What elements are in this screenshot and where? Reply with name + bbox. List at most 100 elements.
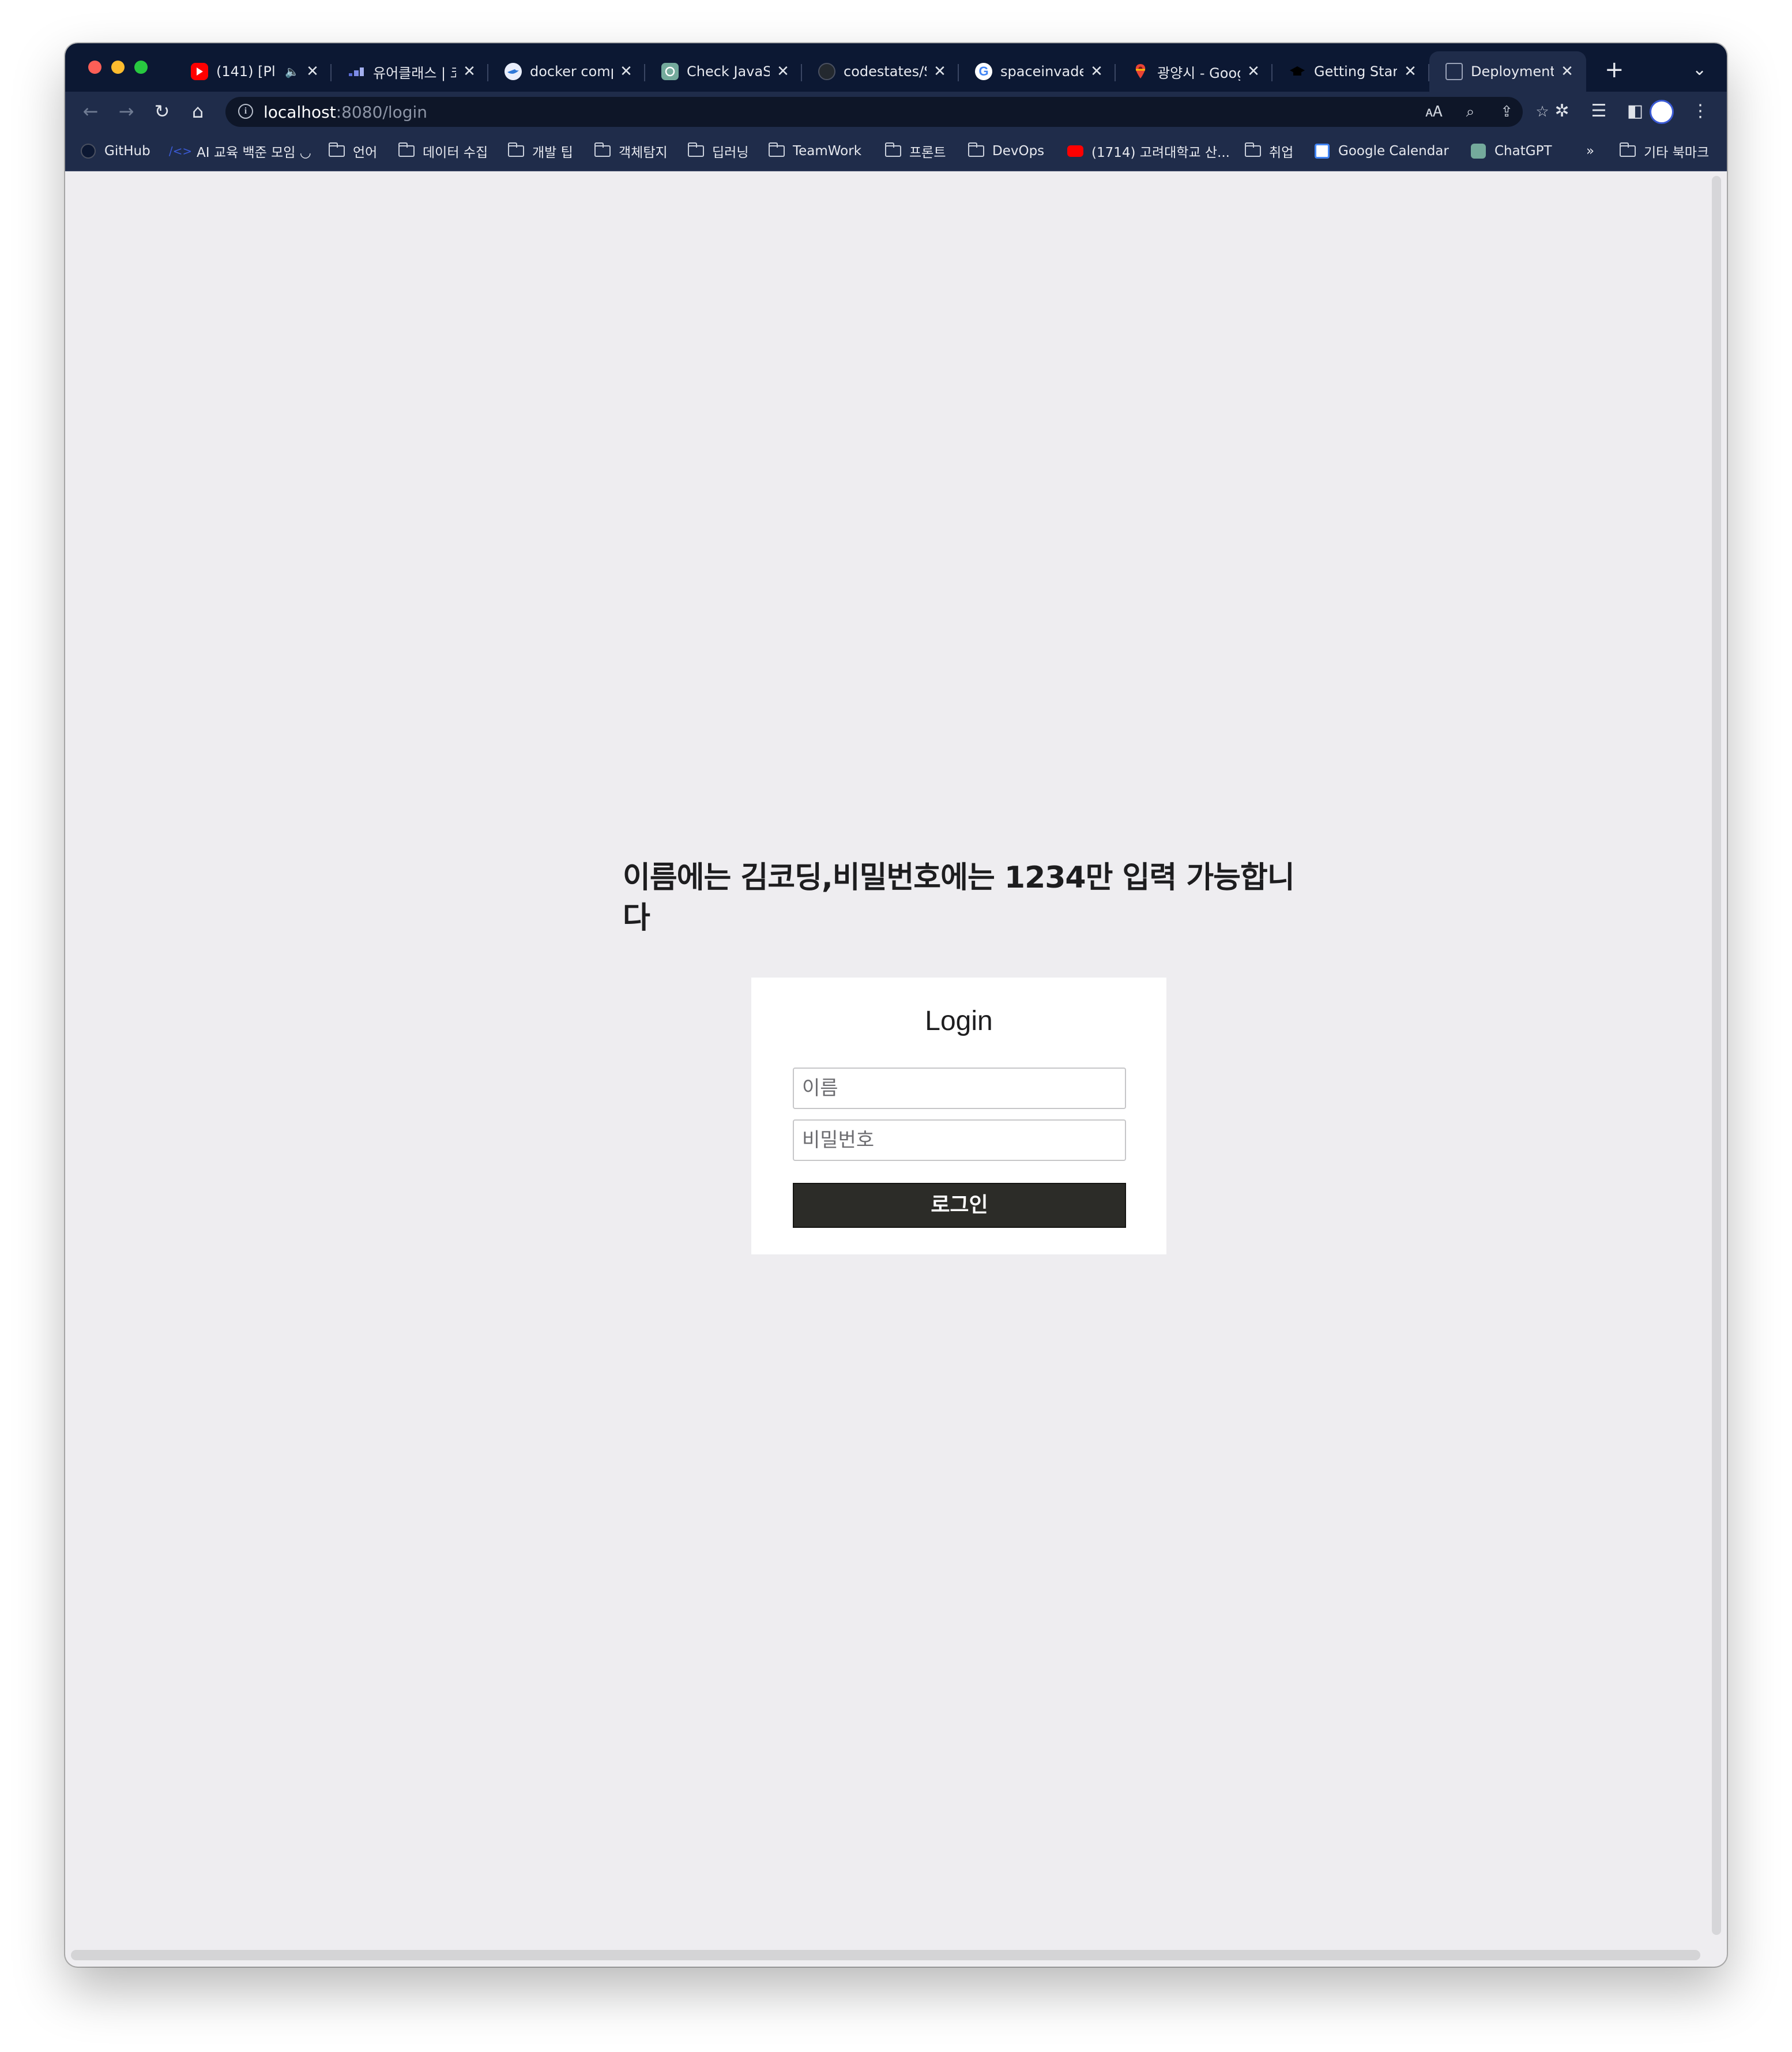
github-icon xyxy=(818,63,835,80)
bookmark-label: TeamWork xyxy=(793,144,862,159)
other-bookmarks[interactable]: 기타 북마크 xyxy=(1619,141,1710,161)
login-button[interactable]: 로그인 xyxy=(793,1183,1126,1228)
close-tab-icon[interactable]: ✕ xyxy=(1088,63,1105,80)
folder-icon xyxy=(768,142,785,159)
bookmark-folder-data[interactable]: 데이터 수집 xyxy=(398,141,488,161)
tab-title: docker comp xyxy=(530,63,613,80)
bookmark-chatgpt[interactable]: ChatGPT xyxy=(1470,141,1552,161)
bookmark-folder-teamwork[interactable]: TeamWork xyxy=(768,141,862,161)
password-input[interactable] xyxy=(793,1119,1126,1161)
tab-urclass[interactable]: 유어클래스 | 코 ✕ xyxy=(332,51,488,92)
tab-deployment[interactable]: Deployment ✕ xyxy=(1429,51,1586,92)
tab-strip: (141) [Pl 🔈 ✕ 유어클래스 | 코 ✕ docker comp ✕ … xyxy=(65,43,1727,92)
bookmarks-bar: GitHub /<> AI 교육 백준 모임 ◡ 언어 데이터 수집 개발 팁 … xyxy=(65,132,1727,171)
close-tab-icon[interactable]: ✕ xyxy=(931,63,948,80)
github-icon xyxy=(80,143,96,159)
tab-youtube[interactable]: (141) [Pl 🔈 ✕ xyxy=(175,51,332,92)
new-tab-button[interactable]: + xyxy=(1605,58,1624,81)
bookmark-folder-devops[interactable]: DevOps xyxy=(967,141,1044,161)
tab-google-search[interactable]: G spaceinvade ✕ xyxy=(959,51,1116,92)
chatgpt-icon xyxy=(1470,143,1486,159)
close-window-button[interactable] xyxy=(88,61,101,74)
bookmark-label: (1714) 고려대학교 산... xyxy=(1091,145,1230,160)
share-icon[interactable]: ⇪ xyxy=(1497,103,1516,121)
chatgpt-icon xyxy=(661,63,679,80)
bookmarks-overflow-button[interactable]: » xyxy=(1586,141,1594,161)
bookmark-folder-dev-tips[interactable]: 개발 팁 xyxy=(507,141,573,161)
forward-button[interactable]: → xyxy=(115,100,138,123)
name-input[interactable] xyxy=(793,1068,1126,1109)
speaker-icon[interactable]: 🔈 xyxy=(285,65,299,78)
bookmark-label: 기타 북마크 xyxy=(1644,145,1710,160)
close-tab-icon[interactable]: ✕ xyxy=(1558,63,1576,80)
bookmark-label: 취업 xyxy=(1269,145,1294,160)
close-tab-icon[interactable]: ✕ xyxy=(1402,63,1419,80)
tab-list: (141) [Pl 🔈 ✕ 유어클래스 | 코 ✕ docker comp ✕ … xyxy=(175,51,1586,92)
bookmark-folder-detection[interactable]: 객체탐지 xyxy=(594,141,668,161)
chevron-down-icon[interactable]: ⌄ xyxy=(1692,59,1707,80)
folder-icon xyxy=(1244,142,1261,159)
folder-icon xyxy=(328,142,345,159)
tab-getting-started[interactable]: Getting Start ✕ xyxy=(1273,51,1429,92)
tab-title: 유어클래스 | 코 xyxy=(373,65,456,81)
code-icon: /<> xyxy=(168,144,193,158)
close-tab-icon[interactable]: ✕ xyxy=(461,63,478,80)
reading-list-icon[interactable]: ☰ xyxy=(1587,100,1610,123)
bookmark-label: GitHub xyxy=(104,144,150,159)
tab-title: 광양시 - Goog xyxy=(1157,65,1240,81)
bookmark-ai-study[interactable]: /<> AI 교육 백준 모임 ◡ xyxy=(168,141,311,161)
close-tab-icon[interactable]: ✕ xyxy=(774,63,792,80)
bookmark-youtube-korea-univ[interactable]: (1714) 고려대학교 산... xyxy=(1067,141,1230,161)
reload-button[interactable]: ↻ xyxy=(150,100,174,123)
folder-icon xyxy=(687,142,704,159)
login-hint-text: 이름에는 김코딩,비밀번호에는 1234만 입력 가능합니다 xyxy=(623,860,1295,935)
back-button[interactable]: ← xyxy=(79,100,102,123)
folder-icon xyxy=(594,142,611,159)
bookmark-label: 딥러닝 xyxy=(712,145,749,160)
bookmark-folder-language[interactable]: 언어 xyxy=(328,141,378,161)
translate-icon[interactable]: 🗚 xyxy=(1425,103,1443,121)
youtube-icon xyxy=(191,63,208,80)
folder-icon xyxy=(967,142,984,159)
folder-icon xyxy=(507,142,524,159)
tab-title: spaceinvade xyxy=(1000,63,1083,80)
tab-title: Deployment xyxy=(1471,63,1554,80)
tab-github[interactable]: codestates/S ✕ xyxy=(802,51,959,92)
url-text[interactable]: localhost:8080/login xyxy=(263,103,427,122)
side-panel-icon[interactable]: ◧ xyxy=(1624,100,1647,123)
more-menu-icon[interactable]: ⋮ xyxy=(1689,100,1712,123)
close-tab-icon[interactable]: ✕ xyxy=(304,63,321,80)
graduation-cap-icon xyxy=(1289,63,1306,80)
address-bar[interactable]: i localhost:8080/login 🗚 ⌕ ⇪ ☆ xyxy=(225,97,1549,127)
tab-docker[interactable]: docker comp ✕ xyxy=(488,51,645,92)
bookmark-folder-jobs[interactable]: 취업 xyxy=(1244,141,1294,161)
zoom-window-button[interactable] xyxy=(134,61,148,74)
bookmark-star-icon[interactable]: ☆ xyxy=(1533,103,1552,121)
vertical-scrollbar[interactable] xyxy=(1712,176,1721,1935)
url-path: :8080/login xyxy=(336,103,428,122)
bookmark-label: 프론트 xyxy=(909,145,946,160)
docker-icon xyxy=(505,63,522,80)
minimize-window-button[interactable] xyxy=(111,61,125,74)
bookmark-folder-deep-learning[interactable]: 딥러닝 xyxy=(687,141,749,161)
tab-google-maps[interactable]: 광양시 - Goog ✕ xyxy=(1116,51,1273,92)
zoom-icon[interactable]: ⌕ xyxy=(1461,103,1479,121)
horizontal-scrollbar[interactable] xyxy=(71,1950,1700,1960)
bookmark-google-calendar[interactable]: Google Calendar xyxy=(1314,141,1449,161)
bookmark-label: 언어 xyxy=(353,145,378,160)
profile-avatar[interactable] xyxy=(1650,100,1674,124)
close-tab-icon[interactable]: ✕ xyxy=(618,63,635,80)
google-maps-icon xyxy=(1132,63,1149,80)
bookmark-github[interactable]: GitHub xyxy=(80,141,150,161)
browser-window: (141) [Pl 🔈 ✕ 유어클래스 | 코 ✕ docker comp ✕ … xyxy=(65,43,1727,1967)
tab-title: codestates/S xyxy=(844,63,927,80)
tab-title: Check JavaS xyxy=(687,63,770,80)
tab-chatgpt[interactable]: Check JavaS ✕ xyxy=(645,51,802,92)
tab-title: (141) [Pl xyxy=(216,63,276,80)
close-tab-icon[interactable]: ✕ xyxy=(1245,63,1262,80)
extensions-icon[interactable]: ✲ xyxy=(1550,100,1573,123)
home-button[interactable]: ⌂ xyxy=(186,100,209,123)
urclass-icon xyxy=(348,63,365,80)
bookmark-folder-front[interactable]: 프론트 xyxy=(884,141,946,161)
site-info-icon[interactable]: i xyxy=(238,104,253,119)
